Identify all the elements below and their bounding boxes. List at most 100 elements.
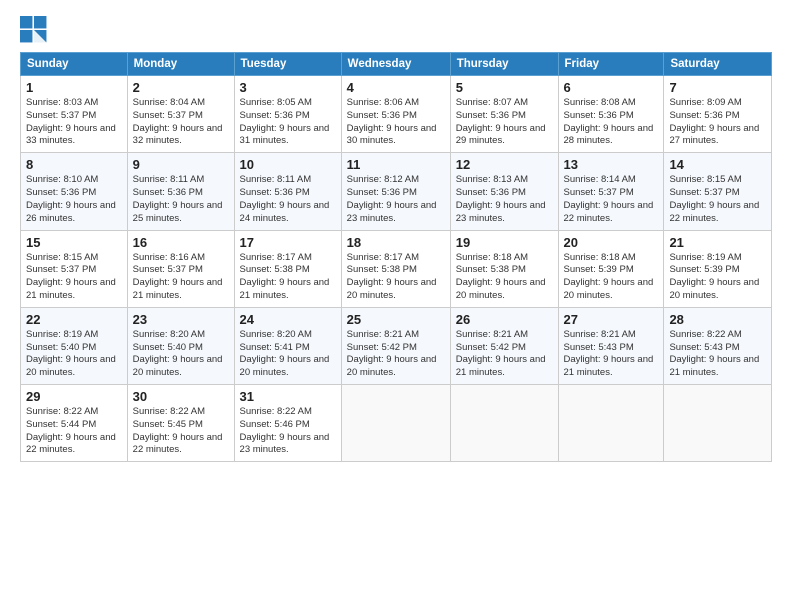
day-detail: Sunrise: 8:11 AMSunset: 5:36 PMDaylight:… [133,174,229,225]
day-number: 19 [456,235,553,250]
day-detail: Sunrise: 8:13 AMSunset: 5:36 PMDaylight:… [456,174,553,225]
calendar-cell: 8 Sunrise: 8:10 AMSunset: 5:36 PMDayligh… [21,153,128,230]
week-row-1: 1 Sunrise: 8:03 AMSunset: 5:37 PMDayligh… [21,76,772,153]
day-number: 12 [456,157,553,172]
day-detail: Sunrise: 8:21 AMSunset: 5:42 PMDaylight:… [347,329,445,380]
weekday-header-wednesday: Wednesday [341,53,450,76]
day-number: 30 [133,389,229,404]
calendar-cell: 28 Sunrise: 8:22 AMSunset: 5:43 PMDaylig… [664,307,772,384]
day-detail: Sunrise: 8:19 AMSunset: 5:39 PMDaylight:… [669,252,766,303]
header [20,16,772,44]
day-detail: Sunrise: 8:21 AMSunset: 5:43 PMDaylight:… [564,329,659,380]
calendar-cell: 20 Sunrise: 8:18 AMSunset: 5:39 PMDaylig… [558,230,664,307]
day-detail: Sunrise: 8:18 AMSunset: 5:39 PMDaylight:… [564,252,659,303]
day-detail: Sunrise: 8:11 AMSunset: 5:36 PMDaylight:… [240,174,336,225]
day-detail: Sunrise: 8:17 AMSunset: 5:38 PMDaylight:… [240,252,336,303]
calendar-cell: 30 Sunrise: 8:22 AMSunset: 5:45 PMDaylig… [127,385,234,462]
calendar-cell: 9 Sunrise: 8:11 AMSunset: 5:36 PMDayligh… [127,153,234,230]
day-detail: Sunrise: 8:21 AMSunset: 5:42 PMDaylight:… [456,329,553,380]
page: SundayMondayTuesdayWednesdayThursdayFrid… [0,0,792,612]
day-number: 26 [456,312,553,327]
calendar-cell: 27 Sunrise: 8:21 AMSunset: 5:43 PMDaylig… [558,307,664,384]
day-number: 21 [669,235,766,250]
calendar-cell: 12 Sunrise: 8:13 AMSunset: 5:36 PMDaylig… [450,153,558,230]
day-detail: Sunrise: 8:19 AMSunset: 5:40 PMDaylight:… [26,329,122,380]
day-detail: Sunrise: 8:20 AMSunset: 5:41 PMDaylight:… [240,329,336,380]
day-number: 23 [133,312,229,327]
day-number: 17 [240,235,336,250]
day-number: 3 [240,80,336,95]
day-detail: Sunrise: 8:07 AMSunset: 5:36 PMDaylight:… [456,97,553,148]
day-number: 11 [347,157,445,172]
calendar-cell: 6 Sunrise: 8:08 AMSunset: 5:36 PMDayligh… [558,76,664,153]
weekday-header-sunday: Sunday [21,53,128,76]
calendar-cell: 4 Sunrise: 8:06 AMSunset: 5:36 PMDayligh… [341,76,450,153]
day-number: 20 [564,235,659,250]
calendar-cell: 5 Sunrise: 8:07 AMSunset: 5:36 PMDayligh… [450,76,558,153]
weekday-header-tuesday: Tuesday [234,53,341,76]
day-number: 14 [669,157,766,172]
day-number: 24 [240,312,336,327]
weekday-header-monday: Monday [127,53,234,76]
day-detail: Sunrise: 8:09 AMSunset: 5:36 PMDaylight:… [669,97,766,148]
weekday-header-row: SundayMondayTuesdayWednesdayThursdayFrid… [21,53,772,76]
calendar-cell [450,385,558,462]
day-detail: Sunrise: 8:04 AMSunset: 5:37 PMDaylight:… [133,97,229,148]
calendar-cell [558,385,664,462]
calendar-cell: 31 Sunrise: 8:22 AMSunset: 5:46 PMDaylig… [234,385,341,462]
day-detail: Sunrise: 8:16 AMSunset: 5:37 PMDaylight:… [133,252,229,303]
day-detail: Sunrise: 8:20 AMSunset: 5:40 PMDaylight:… [133,329,229,380]
day-number: 31 [240,389,336,404]
day-number: 22 [26,312,122,327]
day-number: 10 [240,157,336,172]
day-number: 6 [564,80,659,95]
calendar-cell: 10 Sunrise: 8:11 AMSunset: 5:36 PMDaylig… [234,153,341,230]
day-number: 13 [564,157,659,172]
day-detail: Sunrise: 8:22 AMSunset: 5:46 PMDaylight:… [240,406,336,457]
calendar-cell: 24 Sunrise: 8:20 AMSunset: 5:41 PMDaylig… [234,307,341,384]
calendar-cell: 23 Sunrise: 8:20 AMSunset: 5:40 PMDaylig… [127,307,234,384]
calendar-cell [341,385,450,462]
calendar-cell: 1 Sunrise: 8:03 AMSunset: 5:37 PMDayligh… [21,76,128,153]
logo [20,16,52,44]
calendar-cell: 25 Sunrise: 8:21 AMSunset: 5:42 PMDaylig… [341,307,450,384]
week-row-2: 8 Sunrise: 8:10 AMSunset: 5:36 PMDayligh… [21,153,772,230]
day-number: 4 [347,80,445,95]
calendar-cell: 14 Sunrise: 8:15 AMSunset: 5:37 PMDaylig… [664,153,772,230]
calendar-table: SundayMondayTuesdayWednesdayThursdayFrid… [20,52,772,462]
calendar-cell: 22 Sunrise: 8:19 AMSunset: 5:40 PMDaylig… [21,307,128,384]
day-number: 15 [26,235,122,250]
weekday-header-friday: Friday [558,53,664,76]
day-detail: Sunrise: 8:18 AMSunset: 5:38 PMDaylight:… [456,252,553,303]
day-number: 7 [669,80,766,95]
week-row-4: 22 Sunrise: 8:19 AMSunset: 5:40 PMDaylig… [21,307,772,384]
week-row-5: 29 Sunrise: 8:22 AMSunset: 5:44 PMDaylig… [21,385,772,462]
day-detail: Sunrise: 8:15 AMSunset: 5:37 PMDaylight:… [26,252,122,303]
day-number: 29 [26,389,122,404]
weekday-header-saturday: Saturday [664,53,772,76]
day-number: 25 [347,312,445,327]
calendar-cell: 16 Sunrise: 8:16 AMSunset: 5:37 PMDaylig… [127,230,234,307]
day-detail: Sunrise: 8:03 AMSunset: 5:37 PMDaylight:… [26,97,122,148]
calendar-cell: 7 Sunrise: 8:09 AMSunset: 5:36 PMDayligh… [664,76,772,153]
calendar-cell: 2 Sunrise: 8:04 AMSunset: 5:37 PMDayligh… [127,76,234,153]
calendar-cell: 21 Sunrise: 8:19 AMSunset: 5:39 PMDaylig… [664,230,772,307]
day-detail: Sunrise: 8:06 AMSunset: 5:36 PMDaylight:… [347,97,445,148]
day-number: 16 [133,235,229,250]
calendar-cell: 17 Sunrise: 8:17 AMSunset: 5:38 PMDaylig… [234,230,341,307]
day-detail: Sunrise: 8:17 AMSunset: 5:38 PMDaylight:… [347,252,445,303]
day-number: 2 [133,80,229,95]
day-number: 1 [26,80,122,95]
day-detail: Sunrise: 8:15 AMSunset: 5:37 PMDaylight:… [669,174,766,225]
day-detail: Sunrise: 8:05 AMSunset: 5:36 PMDaylight:… [240,97,336,148]
weekday-header-thursday: Thursday [450,53,558,76]
day-detail: Sunrise: 8:22 AMSunset: 5:45 PMDaylight:… [133,406,229,457]
logo-icon [20,16,48,44]
day-detail: Sunrise: 8:22 AMSunset: 5:43 PMDaylight:… [669,329,766,380]
day-number: 8 [26,157,122,172]
calendar-cell: 26 Sunrise: 8:21 AMSunset: 5:42 PMDaylig… [450,307,558,384]
calendar-cell: 19 Sunrise: 8:18 AMSunset: 5:38 PMDaylig… [450,230,558,307]
calendar-cell [664,385,772,462]
day-number: 9 [133,157,229,172]
day-detail: Sunrise: 8:08 AMSunset: 5:36 PMDaylight:… [564,97,659,148]
